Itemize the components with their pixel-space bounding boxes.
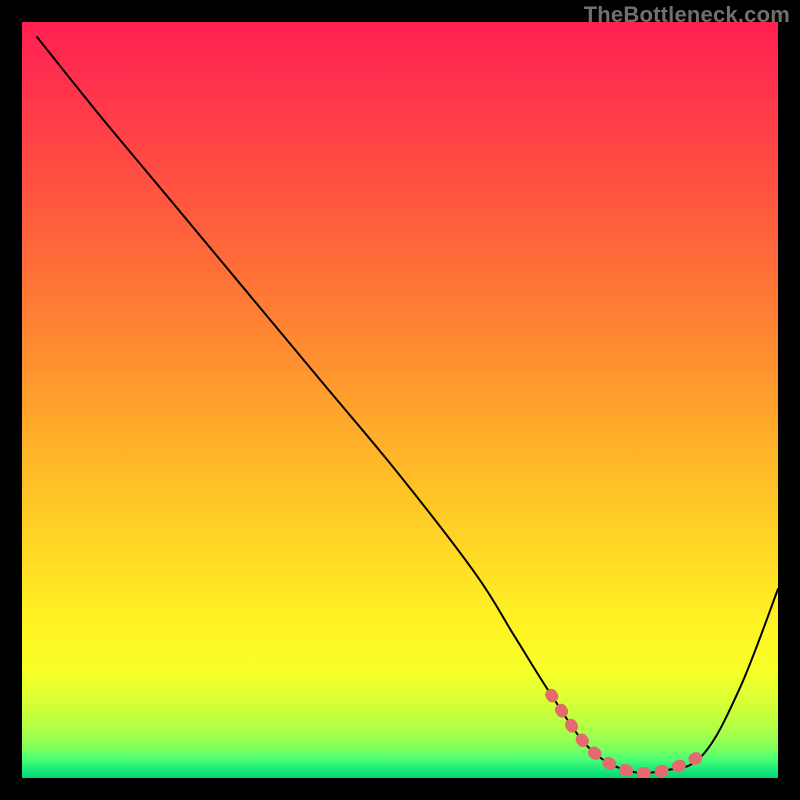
watermark-text: TheBottleneck.com <box>584 2 790 28</box>
bottleneck-chart <box>22 22 778 778</box>
chart-frame <box>22 22 778 778</box>
gradient-background <box>22 22 778 778</box>
